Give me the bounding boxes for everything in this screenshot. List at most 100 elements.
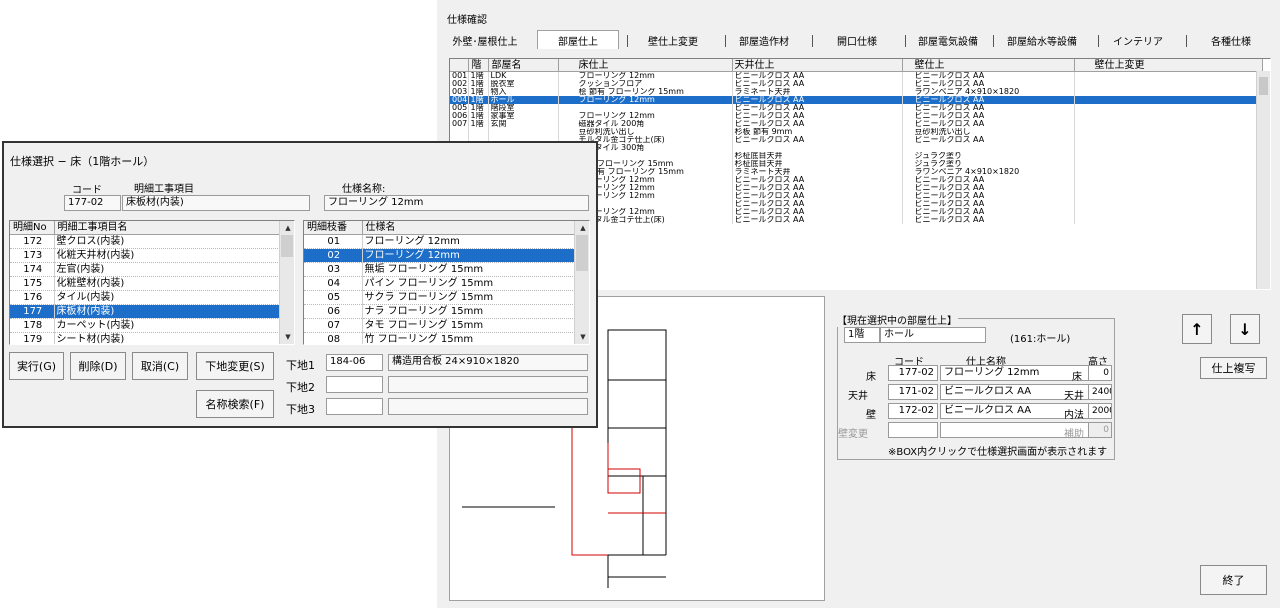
table-cell: ビニールクロス AA [902,112,1075,120]
code-field: 177-02 [64,195,121,211]
sub1-name-field[interactable]: 構造用合板 24×910×1820 [388,354,588,371]
tab-opening[interactable]: 開口仕様 [817,33,897,48]
run-button[interactable]: 実行(G) [9,352,64,380]
sub3-code-field[interactable] [326,398,383,415]
table-cell: フローリング 12mm [558,96,733,104]
finish-code-field[interactable] [888,422,938,438]
tab-room-finish[interactable]: 部屋仕上 [537,30,619,49]
tab-interior[interactable]: インテリア [1103,33,1173,48]
tab-exterior[interactable]: 外壁･屋根仕上 [447,33,523,48]
close-button[interactable]: 終了 [1200,565,1267,595]
col-floor-finish[interactable]: 床仕上 [558,59,733,72]
work-item-row[interactable]: 175 化粧壁材(内装) [10,276,281,291]
col-wall-finish[interactable]: 壁仕上 [902,59,1075,72]
tab-electric[interactable]: 部屋電気設備 [909,33,987,48]
table-row[interactable]: 002 1階 脱衣室 クッションフロア ビニールクロス AA ビニールクロス AA [450,80,1263,88]
spec-row[interactable]: 07 タモ フローリング 15mm [304,318,576,333]
sub2-code-field[interactable] [326,376,383,393]
table-cell: 家事室 [488,112,559,120]
table-cell: フローリング 12mm [558,71,733,80]
list-cell: カーペット(内装) [54,318,281,333]
finish-name-field[interactable]: フローリング 12mm [940,365,1108,381]
tab-room-trim[interactable]: 部屋造作材 [729,33,799,48]
col-no[interactable] [450,59,469,72]
table-row[interactable]: 006 1階 家事室 フローリング 12mm ビニールクロス AA ビニールクロス AA [450,112,1263,120]
work-item-row[interactable]: 179 シート材(内装) [10,332,281,344]
table-cell: ビニールクロス AA [732,208,903,216]
col-work-item-name[interactable]: 明細工事項目名 [54,221,281,235]
height-field[interactable]: 0 [1088,365,1112,381]
list-cell: 178 [10,318,55,333]
group-title: 【現在選択中の部屋仕上】 [836,312,958,327]
table-cell: クッションフロア [558,80,733,88]
spec-row[interactable]: 06 ナラ フローリング 15mm [304,304,576,319]
work-item-row[interactable]: 173 化粧天井材(内装) [10,248,281,263]
table-cell: ラワンベニア 4×910×1820 [902,168,1075,176]
col-floor[interactable]: 階 [468,59,489,72]
table-cell: ビニールクロス AA [902,184,1075,192]
finish-code-field[interactable]: 171-02 [888,384,938,400]
scroll-thumb[interactable] [281,235,293,257]
cancel-button[interactable]: 取消(C) [132,352,188,380]
move-down-button[interactable]: ↓ [1230,314,1260,344]
sub1-code-field[interactable]: 184-06 [326,354,383,371]
height-label: 内法 [1064,410,1084,421]
spec-row[interactable]: 03 無垢 フローリング 15mm [304,262,576,277]
table-cell: 1階 [468,112,489,120]
finish-code-field[interactable]: 172-02 [888,403,938,419]
sub3-name-field[interactable] [388,398,588,415]
work-item-scrollbar[interactable]: ▲ ▼ [279,221,294,344]
spec-row[interactable]: 05 サクラ フローリング 15mm [304,290,576,305]
table-cell [1074,71,1263,80]
height-field[interactable]: 0 [1088,422,1112,438]
table-row[interactable]: 003 1階 物入桧 節有 フローリング 15mm ラミネート天井 ラワンベニア 4×9… [450,88,1263,96]
table-row[interactable]: 005 1階 階段室 ビニールクロス AA ビニールクロス AA [450,104,1263,112]
spec-scrollbar[interactable]: ▲ ▼ [574,221,589,344]
work-item-row[interactable]: 178 カーペット(内装) [10,318,281,333]
list-cell: シート材(内装) [54,332,281,344]
col-spec-name[interactable]: 仕様名 [362,221,576,235]
spec-row[interactable]: 04 パイン フローリング 15mm [304,276,576,291]
work-item-row[interactable]: 174 左官(内装) [10,262,281,277]
table-cell [1074,80,1263,88]
table-cell: ビニールクロス AA [902,208,1075,216]
scroll-thumb[interactable] [576,235,588,271]
table-cell [1074,128,1263,136]
table-cell: 杉柾底目天井 [732,152,903,160]
scroll-thumb[interactable] [1259,77,1268,95]
spec-row[interactable]: 02 フローリング 12mm [304,248,576,263]
table-row[interactable]: 豆砂利洗い出し 杉板 節有 9mm 豆砂利洗い出し [450,128,1263,136]
work-item-row[interactable]: 176 タイル(内装) [10,290,281,305]
col-branch-no[interactable]: 明細枝番 [304,221,363,235]
tab-water[interactable]: 部屋給水等設備 [997,33,1087,48]
height-field[interactable]: 2400 [1088,384,1112,400]
table-cell: 1階 [468,88,489,96]
col-wall-change[interactable]: 壁仕上変更 [1074,59,1263,72]
sub2-name-field[interactable] [388,376,588,393]
table-row[interactable]: 007 1階 玄関 磁器タイル 200角 ビニールクロス AA ビニールクロス AA [450,120,1263,128]
table-scrollbar[interactable] [1256,71,1270,289]
table-cell [1074,136,1263,144]
table-cell: ビニールクロス AA [732,104,903,112]
tab-various[interactable]: 各種仕様 [1193,33,1269,48]
change-base-button[interactable]: 下地変更(S) [196,352,274,380]
finish-code-field[interactable]: 177-02 [888,365,938,381]
height-field[interactable]: 2000 [1088,403,1112,419]
list-cell: 02 [304,248,363,263]
spec-row[interactable]: 01 フローリング 12mm [304,234,576,249]
table-row[interactable]: 001 1階 LDK フローリング 12mm ビニールクロス AA ビニールクロス AA [450,71,1263,80]
name-search-button[interactable]: 名称検索(F) [196,390,274,418]
spec-row[interactable]: 08 竹 フローリング 15mm [304,332,576,344]
move-up-button[interactable]: ↑ [1182,314,1212,344]
delete-button[interactable]: 削除(D) [70,352,126,380]
copy-finish-button[interactable]: 仕上複写 [1200,357,1267,379]
col-detail-no[interactable]: 明細No [10,221,55,235]
col-ceiling-finish[interactable]: 天井仕上 [732,59,903,72]
col-room[interactable]: 部屋名 [488,59,559,72]
work-item-row[interactable]: 172 壁クロス(内装) [10,234,281,249]
table-row[interactable]: 004 1階 ホール フローリング 12mm ビニールクロス AA ビニールクロス AA [450,96,1263,104]
table-cell [1074,176,1263,184]
table-cell: 杉柾底目天井 [732,160,903,168]
work-item-row[interactable]: 177 床板材(内装) [10,304,281,319]
tab-wall-change[interactable]: 壁仕上変更 [633,33,713,48]
